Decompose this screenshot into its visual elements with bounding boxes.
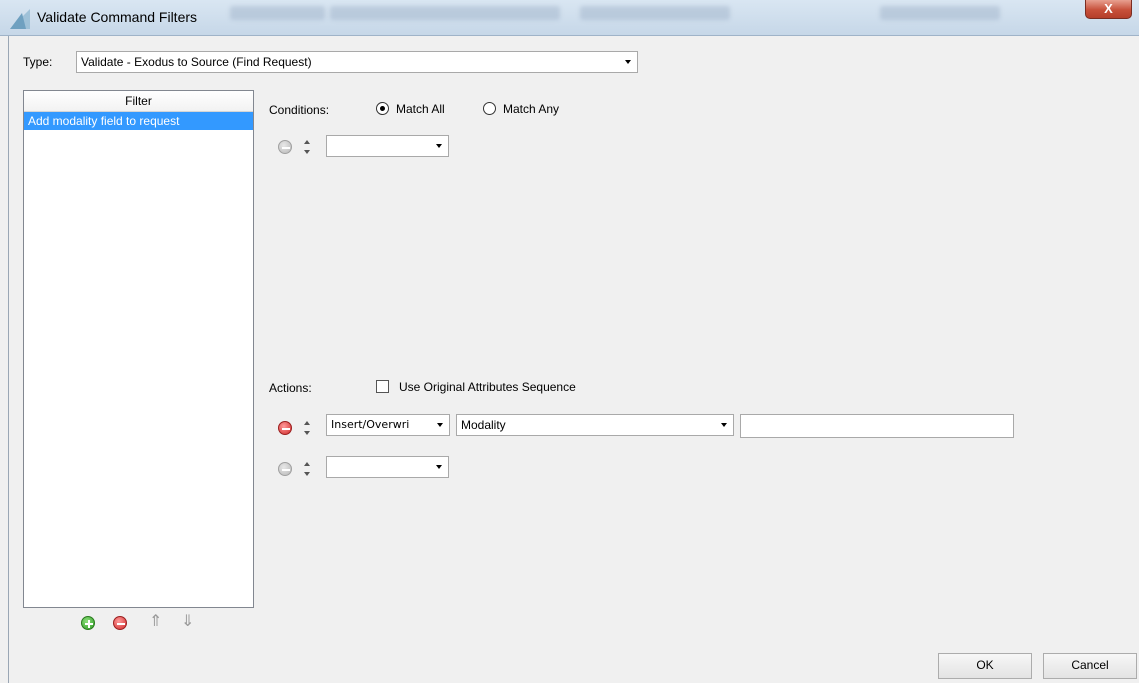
chevron-down-icon[interactable] bbox=[304, 431, 310, 435]
arrow-up-icon: ⇑ bbox=[149, 613, 163, 630]
match-any-radio[interactable] bbox=[483, 102, 496, 115]
remove-condition-button bbox=[278, 140, 292, 154]
use-original-sequence-label[interactable]: Use Original Attributes Sequence bbox=[399, 380, 576, 394]
type-dropdown-value: Validate - Exodus to Source (Find Reques… bbox=[81, 55, 312, 69]
chevron-down-icon[interactable] bbox=[715, 415, 733, 435]
add-filter-button[interactable] bbox=[81, 616, 95, 630]
new-action-reorder-spinner[interactable] bbox=[304, 460, 312, 478]
close-button[interactable]: X bbox=[1085, 0, 1132, 19]
type-label: Type: bbox=[23, 55, 53, 69]
remove-action-button[interactable] bbox=[278, 421, 292, 435]
close-icon: X bbox=[1104, 1, 1113, 16]
actions-label: Actions: bbox=[269, 381, 312, 395]
chevron-up-icon[interactable] bbox=[304, 462, 310, 466]
remove-action-button-disabled bbox=[278, 462, 292, 476]
filter-column-header[interactable]: Filter bbox=[24, 91, 253, 112]
chevron-down-icon[interactable] bbox=[431, 415, 449, 435]
filter-list[interactable]: Filter Add modality field to request bbox=[23, 90, 254, 608]
conditions-label: Conditions: bbox=[269, 103, 330, 117]
app-icon bbox=[10, 9, 30, 29]
action-operation-value: Insert/Overwri bbox=[331, 418, 410, 431]
match-any-label[interactable]: Match Any bbox=[503, 102, 559, 116]
chevron-down-icon[interactable] bbox=[619, 52, 637, 72]
move-filter-up-button[interactable]: ⇑ bbox=[149, 613, 163, 631]
new-action-operation-dropdown[interactable] bbox=[326, 456, 449, 478]
arrow-down-icon: ⇓ bbox=[181, 613, 195, 630]
chevron-down-icon[interactable] bbox=[304, 150, 310, 154]
type-dropdown[interactable]: Validate - Exodus to Source (Find Reques… bbox=[76, 51, 638, 73]
action-operation-dropdown[interactable]: Insert/Overwri bbox=[326, 414, 450, 436]
chevron-up-icon[interactable] bbox=[304, 421, 310, 425]
chevron-down-icon[interactable] bbox=[430, 136, 448, 156]
move-filter-down-button[interactable]: ⇓ bbox=[181, 613, 195, 631]
window-title: Validate Command Filters bbox=[37, 9, 198, 25]
filter-list-item[interactable]: Add modality field to request bbox=[24, 112, 253, 130]
action-reorder-spinner[interactable] bbox=[304, 419, 312, 437]
chevron-down-icon[interactable] bbox=[430, 457, 448, 477]
match-all-radio[interactable] bbox=[376, 102, 389, 115]
cancel-button[interactable]: Cancel bbox=[1043, 653, 1137, 679]
window-frame bbox=[8, 36, 9, 683]
chevron-down-icon[interactable] bbox=[304, 472, 310, 476]
action-attribute-value: Modality bbox=[461, 418, 506, 432]
match-all-label[interactable]: Match All bbox=[396, 102, 445, 116]
condition-operator-dropdown[interactable] bbox=[326, 135, 449, 157]
chevron-up-icon[interactable] bbox=[304, 140, 310, 144]
condition-reorder-spinner[interactable] bbox=[304, 138, 312, 156]
action-value-input[interactable] bbox=[740, 414, 1014, 438]
ok-button[interactable]: OK bbox=[938, 653, 1032, 679]
action-attribute-dropdown[interactable]: Modality bbox=[456, 414, 734, 436]
use-original-sequence-checkbox[interactable] bbox=[376, 380, 389, 393]
remove-filter-button[interactable] bbox=[113, 616, 127, 630]
